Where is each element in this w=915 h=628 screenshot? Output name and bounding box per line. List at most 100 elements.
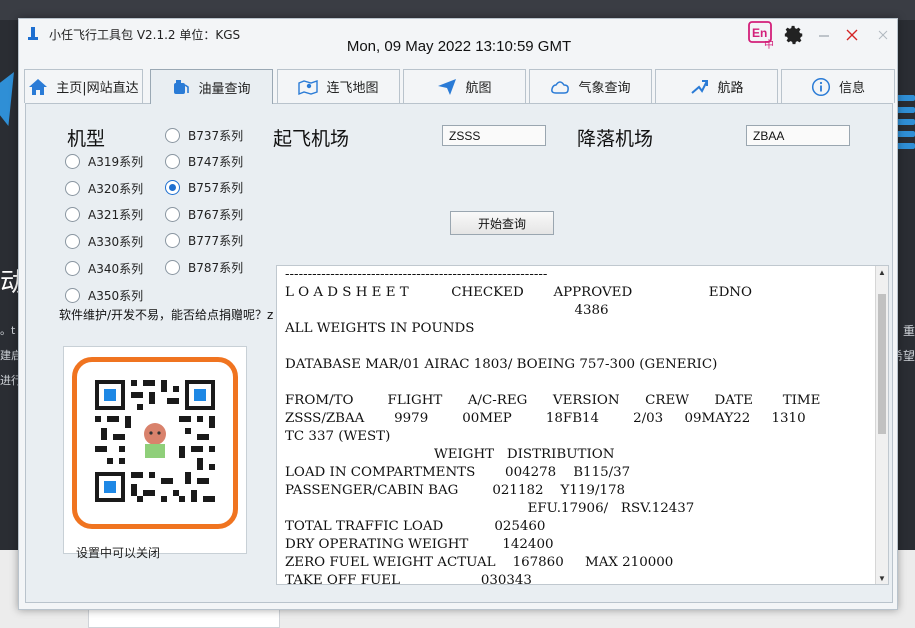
loadsheet-line	[285, 374, 877, 392]
language-toggle-button[interactable]: En 中	[748, 21, 778, 51]
departure-input[interactable]	[442, 125, 546, 146]
radio-a320[interactable]: A320系列	[65, 180, 143, 197]
radio-b767[interactable]: B767系列	[165, 206, 243, 223]
fuel-icon	[174, 80, 190, 94]
radio-label: B777系列	[188, 234, 244, 248]
arrival-label: 降落机场	[577, 128, 654, 150]
qr-disable-hint: 设置中可以关闭	[76, 546, 161, 560]
radio-indicator	[165, 207, 180, 222]
weather-icon	[551, 80, 570, 94]
close-button[interactable]	[844, 27, 860, 43]
radio-b747[interactable]: B747系列	[165, 153, 243, 170]
scroll-up-arrow-icon[interactable]: ▲	[876, 266, 888, 278]
svg-text:中: 中	[764, 38, 774, 49]
radio-label: B767系列	[188, 208, 244, 222]
radio-indicator	[165, 154, 180, 169]
radio-label: A340系列	[88, 262, 144, 276]
tab-label: 航图	[465, 81, 492, 96]
loadsheet-line: FROM/TO FLIGHT A/C-REG VERSION CREW DATE…	[285, 393, 821, 408]
title-bar[interactable]: 小任飞行工具包 V2.1.2 单位：KGS Mon, 09 May 2022 1…	[19, 19, 897, 67]
settings-button[interactable]	[783, 24, 805, 46]
tab-weather[interactable]: 气象查询	[529, 69, 652, 103]
loadsheet-line: LOAD IN COMPARTMENTS 004278 B115/37	[285, 465, 631, 480]
radio-indicator	[165, 128, 180, 143]
radio-indicator	[165, 233, 180, 248]
loadsheet-line: TC 337 (WEST)	[285, 429, 391, 444]
tab-bar: 主页|网站直达 油量查询 连飞地图 航图 气象查询 航路 信息	[24, 69, 896, 104]
tab-fuel[interactable]: 油量查询	[150, 69, 273, 104]
radio-indicator	[65, 154, 80, 169]
loadsheet-line: 4386	[285, 303, 609, 318]
radio-label: B787系列	[188, 261, 244, 275]
vertical-scrollbar[interactable]: ▲ ▼	[875, 266, 888, 584]
aircraft-type-label: 机型	[67, 128, 106, 150]
loadsheet-line: WEIGHT DISTRIBUTION	[285, 447, 615, 462]
tab-info[interactable]: 信息	[781, 69, 895, 103]
loadsheet-line: PASSENGER/CABIN BAG 021182 Y119/178	[285, 483, 626, 498]
radio-label: B747系列	[188, 155, 244, 169]
minimize-icon	[819, 35, 829, 37]
radio-b777[interactable]: B777系列	[165, 232, 243, 249]
tab-label: 航路	[717, 81, 744, 96]
radio-a350[interactable]: A350系列	[65, 287, 143, 304]
loadsheet-line: DRY OPERATING WEIGHT 142400	[285, 537, 554, 552]
close-icon	[846, 29, 858, 41]
radio-b787[interactable]: B787系列	[165, 259, 243, 276]
tab-label: 气象查询	[578, 81, 631, 96]
loadsheet-line: TAKE OFF FUEL 030343	[285, 573, 532, 585]
radio-label: A319系列	[88, 155, 144, 169]
info-icon	[811, 77, 831, 96]
tab-label: 油量查询	[198, 81, 251, 97]
start-query-button[interactable]: 开始查询	[450, 211, 554, 235]
map-icon	[298, 79, 319, 95]
desktop-logo-fragment	[0, 72, 14, 126]
route-icon	[691, 79, 709, 94]
loadsheet-line: L O A D S H E E T CHECKED APPROVED EDNO	[285, 285, 752, 300]
loadsheet-line	[285, 338, 877, 356]
radio-a319[interactable]: A319系列	[65, 153, 143, 170]
radio-b737[interactable]: B737系列	[165, 127, 243, 144]
tab-label: 主页|网站直达	[56, 81, 139, 96]
desktop-top-bar	[0, 0, 915, 20]
tab-map[interactable]: 连飞地图	[277, 69, 400, 103]
arrival-input[interactable]	[746, 125, 850, 146]
radio-b757[interactable]: B757系列	[165, 179, 243, 196]
scroll-thumb[interactable]	[878, 294, 886, 434]
donation-qr-panel	[63, 346, 247, 554]
minimize-button[interactable]	[816, 27, 832, 43]
qr-code-image	[95, 380, 215, 502]
tab-home[interactable]: 主页|网站直达	[24, 69, 143, 103]
extra-close-button[interactable]	[875, 27, 891, 43]
donation-prompt: 软件维护/开发不易，能否给点捐赠呢？z	[59, 308, 274, 322]
radio-label: A321系列	[88, 208, 144, 222]
send-icon	[438, 78, 457, 95]
close-small-icon	[878, 30, 888, 40]
svg-text:En: En	[752, 26, 767, 40]
radio-label: B757系列	[188, 181, 244, 195]
tab-charts[interactable]: 航图	[403, 69, 526, 103]
loadsheet-line: TOTAL TRAFFIC LOAD 025460	[285, 519, 546, 534]
loadsheet-content: ----------------------------------------…	[285, 266, 877, 585]
radio-a330[interactable]: A330系列	[65, 233, 143, 250]
loadsheet-line: EFU.17906/ RSV.12437	[285, 501, 695, 516]
language-icon: En 中	[748, 21, 774, 51]
radio-indicator	[65, 261, 80, 276]
radio-indicator	[65, 234, 80, 249]
loadsheet-line: ----------------------------------------…	[285, 267, 548, 282]
loadsheet-line: ALL WEIGHTS IN POUNDS	[285, 321, 475, 336]
radio-label: A320系列	[88, 182, 144, 196]
radio-a321[interactable]: A321系列	[65, 206, 143, 223]
loadsheet-line: ZSSS/ZBAA 9979 00MEP 18FB14 2/03 09MAY22…	[285, 411, 806, 426]
radio-indicator	[65, 181, 80, 196]
desktop-text-fragment: 。t	[0, 324, 16, 337]
loadsheet-line: DATABASE MAR/01 AIRAC 1803/ BOEING 757-3…	[285, 357, 718, 372]
qr-code-frame	[72, 357, 238, 529]
tab-route[interactable]: 航路	[655, 69, 778, 103]
radio-a340[interactable]: A340系列	[65, 260, 143, 277]
radio-indicator	[165, 260, 180, 275]
loadsheet-textbox[interactable]: ----------------------------------------…	[276, 265, 889, 585]
scroll-down-arrow-icon[interactable]: ▼	[876, 572, 888, 584]
gear-icon	[784, 25, 803, 45]
home-icon	[29, 78, 48, 95]
tab-label: 连飞地图	[326, 81, 379, 96]
